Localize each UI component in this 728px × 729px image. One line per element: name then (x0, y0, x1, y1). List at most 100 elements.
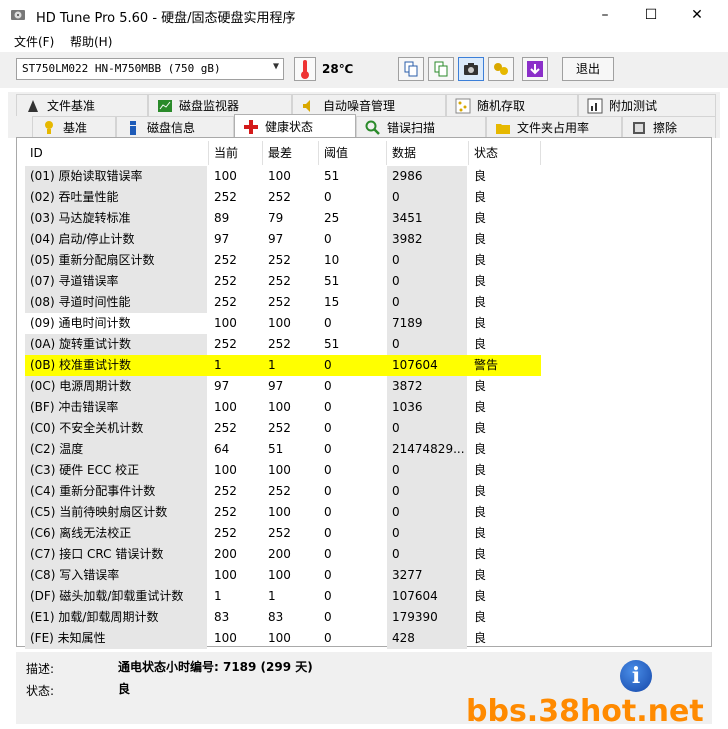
toolbar: ST750LM022 HN-M750MBB (750 gB) ▼ 28℃ 退出 (0, 52, 728, 88)
tab-benchmark[interactable]: 基准 (32, 116, 116, 138)
worst-cell: 100 (268, 631, 291, 645)
current-cell: 100 (214, 169, 237, 183)
current-cell: 200 (214, 547, 237, 561)
tab-error-scan[interactable]: 错误扫描 (356, 116, 486, 138)
status-cell: 良 (474, 400, 487, 414)
table-row[interactable]: (E1) 加载/卸载周期计数 83 83 0 179390 良 (25, 607, 541, 628)
drive-select[interactable]: ST750LM022 HN-M750MBB (750 gB) ▼ (16, 58, 284, 80)
threshold-cell: 0 (324, 505, 332, 519)
status-cell: 良 (474, 337, 487, 351)
screenshot-button[interactable] (458, 57, 484, 81)
table-row[interactable]: (02) 吞吐量性能 252 252 0 0 良 (25, 187, 541, 208)
minimize-button[interactable]: – (582, 0, 628, 30)
column-header-id[interactable]: ID (25, 141, 209, 165)
table-row[interactable]: (C5) 当前待映射扇区计数 252 100 0 0 良 (25, 502, 541, 523)
table-row[interactable]: (C3) 硬件 ECC 校正 100 100 0 0 良 (25, 460, 541, 481)
data-cell: 0 (387, 334, 467, 355)
exit-button[interactable]: 退出 (562, 57, 614, 81)
menu-file[interactable]: 文件(F) (14, 33, 54, 50)
watermark: bbs.38hot.net (466, 694, 704, 729)
data-cell: 0 (387, 187, 467, 208)
threshold-cell: 15 (324, 295, 340, 309)
close-button[interactable]: ✕ (674, 0, 720, 30)
column-header-data[interactable]: 数据 (387, 141, 469, 165)
thermometer-icon (294, 57, 316, 81)
table-row[interactable]: (0A) 旋转重试计数 252 252 51 0 良 (25, 334, 541, 355)
table-row[interactable]: (0C) 电源周期计数 97 97 0 3872 良 (25, 376, 541, 397)
table-row[interactable]: (01) 原始读取错误率 100 100 51 2986 良 (25, 166, 541, 187)
menu-help[interactable]: 帮助(H) (70, 33, 112, 50)
table-row[interactable]: (C2) 温度 64 51 0 21474829... 良 (25, 439, 541, 460)
worst-cell: 83 (268, 610, 284, 624)
status-cell: 良 (474, 295, 487, 309)
status-cell: 良 (474, 463, 487, 477)
column-header-status[interactable]: 状态 (469, 141, 541, 165)
column-header-worst[interactable]: 最差 (263, 141, 319, 165)
table-row[interactable]: (C6) 离线无法校正 252 252 0 0 良 (25, 523, 541, 544)
table-row[interactable]: (09) 通电时间计数 100 100 0 7189 良 (25, 313, 541, 334)
tab-random-access[interactable]: 随机存取 (446, 94, 578, 116)
attribute-id-cell: (0A) 旋转重试计数 (25, 334, 207, 355)
data-cell: 21474829... (387, 439, 467, 460)
tab-file-benchmark[interactable]: 文件基准 (16, 94, 148, 116)
current-cell: 252 (214, 421, 237, 435)
tab-health[interactable]: 健康状态 (234, 114, 356, 138)
current-cell: 1 (214, 358, 222, 372)
table-row[interactable]: (07) 寻道错误率 252 252 51 0 良 (25, 271, 541, 292)
status-cell: 良 (474, 610, 487, 624)
threshold-cell: 0 (324, 232, 332, 246)
status-cell: 警告 (474, 358, 499, 372)
attribute-id-cell: (C0) 不安全关机计数 (25, 418, 207, 439)
table-row[interactable]: (FE) 未知属性 100 100 0 428 良 (25, 628, 541, 649)
table-row[interactable]: (C8) 写入错误率 100 100 0 3277 良 (25, 565, 541, 586)
current-cell: 100 (214, 463, 237, 477)
extra-tests-icon (587, 98, 603, 113)
tab-erase[interactable]: 擦除 (622, 116, 716, 138)
current-cell: 1 (214, 589, 222, 603)
table-row[interactable]: (08) 寻道时间性能 252 252 15 0 良 (25, 292, 541, 313)
threshold-cell: 0 (324, 442, 332, 456)
attribute-id-cell: (E1) 加载/卸载周期计数 (25, 607, 207, 628)
tab-disk-monitor[interactable]: 磁盘监视器 (148, 94, 292, 116)
copy-all-button[interactable] (428, 57, 454, 81)
current-cell: 252 (214, 484, 237, 498)
column-header-current[interactable]: 当前 (209, 141, 263, 165)
attribute-id-cell: (C3) 硬件 ECC 校正 (25, 460, 207, 481)
column-header-threshold[interactable]: 阈值 (319, 141, 387, 165)
options-button[interactable] (488, 57, 514, 81)
attribute-id-cell: (08) 寻道时间性能 (25, 292, 207, 313)
table-row[interactable]: (05) 重新分配扇区计数 252 252 10 0 良 (25, 250, 541, 271)
table-row[interactable]: (DF) 磁头加载/卸载重试计数 1 1 0 107604 良 (25, 586, 541, 607)
current-cell: 100 (214, 568, 237, 582)
maximize-button[interactable]: ☐ (628, 0, 674, 30)
table-row[interactable]: (BF) 冲击错误率 100 100 0 1036 良 (25, 397, 541, 418)
random-access-icon (455, 98, 471, 113)
info-icon[interactable]: i (620, 660, 652, 692)
copy-button[interactable] (398, 57, 424, 81)
save-button[interactable] (522, 57, 548, 81)
threshold-cell: 0 (324, 379, 332, 393)
tab-noise-management[interactable]: 自动噪音管理 (292, 94, 446, 116)
current-cell: 89 (214, 211, 230, 225)
worst-cell: 97 (268, 379, 284, 393)
threshold-cell: 51 (324, 274, 340, 288)
table-row[interactable]: (04) 启动/停止计数 97 97 0 3982 良 (25, 229, 541, 250)
tab-extra-tests[interactable]: 附加测试 (578, 94, 716, 116)
table-row[interactable]: (C4) 重新分配事件计数 252 252 0 0 良 (25, 481, 541, 502)
red-cross-icon (244, 119, 258, 134)
table-row[interactable]: (03) 马达旋转标准 89 79 25 3451 良 (25, 208, 541, 229)
table-row[interactable]: (C7) 接口 CRC 错误计数 200 200 0 0 良 (25, 544, 541, 565)
tab-folder-usage[interactable]: 文件夹占用率 (486, 116, 622, 138)
attribute-id-cell: (DF) 磁头加载/卸载重试计数 (25, 586, 207, 607)
data-cell: 0 (387, 481, 467, 502)
threshold-cell: 0 (324, 316, 332, 330)
table-row[interactable]: (0B) 校准重试计数 1 1 0 107604 警告 (25, 355, 541, 376)
disk-monitor-icon (158, 99, 172, 112)
status-cell: 良 (474, 232, 487, 246)
status-cell: 良 (474, 484, 487, 498)
worst-cell: 1 (268, 589, 276, 603)
table-row[interactable]: (C0) 不安全关机计数 252 252 0 0 良 (25, 418, 541, 439)
status-cell: 良 (474, 631, 487, 645)
description-label: 描述: (26, 662, 55, 676)
tab-disk-info[interactable]: 磁盘信息 (116, 116, 234, 138)
